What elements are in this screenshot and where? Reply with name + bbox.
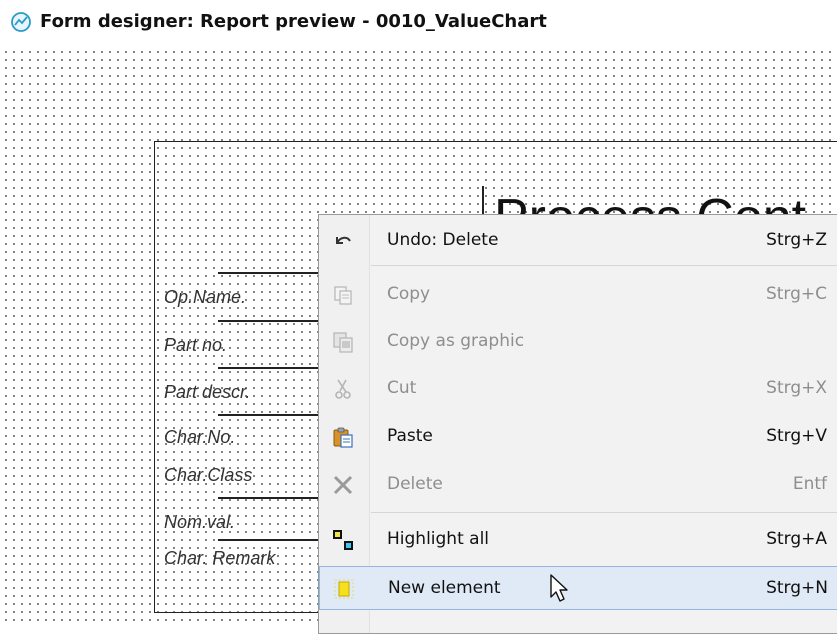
field-line	[218, 414, 318, 416]
menu-item-shortcut: Strg+V	[766, 426, 827, 446]
new-element-icon	[334, 579, 354, 599]
field-label-op-name[interactable]: Op.Name.	[164, 287, 246, 308]
menu-item-copy[interactable]: Copy Strg+C	[319, 273, 837, 317]
menu-item-label: Undo: Delete	[387, 230, 499, 250]
paste-icon	[333, 427, 353, 448]
menu-item-highlight-all[interactable]: Highlight all Strg+A	[319, 518, 837, 562]
menu-item-undo-delete[interactable]: Undo: Delete Strg+Z	[319, 219, 837, 263]
field-label-part-no[interactable]: Part no.	[164, 335, 227, 356]
menu-item-label: Cut	[387, 378, 417, 398]
select-all-icon	[333, 530, 353, 550]
menu-item-label: Copy as graphic	[387, 331, 525, 351]
menu-item-shortcut: Strg+A	[766, 529, 827, 549]
menu-item-shortcut: Strg+Z	[766, 230, 827, 250]
menu-item-new-element[interactable]: New element Strg+N	[319, 566, 837, 610]
mouse-pointer-icon	[550, 574, 568, 602]
field-line	[218, 539, 318, 541]
field-label-char-no[interactable]: Char.No.	[164, 427, 235, 448]
copy-graphic-icon	[333, 332, 353, 353]
menu-item-shortcut: Strg+N	[766, 578, 828, 598]
field-line	[218, 320, 318, 322]
menu-item-label: Delete	[387, 474, 443, 494]
menu-item-label: Paste	[387, 426, 433, 446]
menu-item-copy-as-graphic[interactable]: Copy as graphic	[319, 320, 837, 364]
scissors-icon	[335, 379, 351, 399]
menu-item-label: Highlight all	[387, 529, 490, 549]
field-label-char-remark[interactable]: Char. Remark	[164, 548, 275, 569]
menu-item-shortcut: Strg+C	[765, 284, 827, 304]
menu-item-cut[interactable]: Cut Strg+X	[319, 367, 837, 411]
menu-divider	[371, 265, 837, 266]
menu-divider	[371, 512, 837, 513]
context-menu: Undo: Delete Strg+Z Copy Strg+C Copy as …	[318, 214, 837, 634]
delete-x-icon	[333, 475, 353, 495]
field-line	[218, 367, 318, 369]
menu-item-delete[interactable]: Delete Entf	[319, 463, 837, 507]
copy-icon	[334, 286, 352, 305]
window-title: Form designer: Report preview - 0010_Val…	[40, 11, 547, 32]
menu-item-shortcut: Strg+X	[766, 378, 827, 398]
menu-item-paste[interactable]: Paste Strg+V	[319, 415, 837, 459]
field-label-part-descr[interactable]: Part descr.	[164, 382, 250, 403]
field-line	[218, 497, 318, 499]
menu-item-label: New element	[388, 578, 501, 598]
menu-item-shortcut: Entf	[792, 474, 827, 494]
menu-item-label: Copy	[387, 284, 431, 304]
field-label-nom-val[interactable]: Nom.val.	[164, 512, 235, 533]
field-line	[218, 272, 318, 274]
undo-icon	[336, 236, 351, 244]
title-bar: Form designer: Report preview - 0010_Val…	[0, 0, 837, 46]
field-label-char-class[interactable]: Char.Class	[164, 465, 252, 486]
form-designer-icon	[11, 12, 31, 32]
